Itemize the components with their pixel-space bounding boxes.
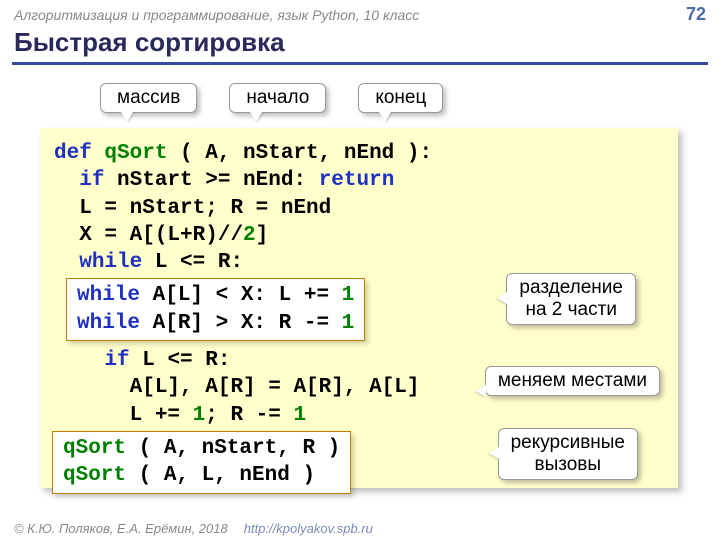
- label-swap: меняем местами: [485, 366, 660, 396]
- page-title: Быстрая сортировка: [0, 25, 720, 62]
- label-array: массив: [100, 83, 197, 113]
- label-split: разделение на 2 части: [506, 273, 636, 325]
- recursive-calls-box: qSort ( A, nStart, R ) qSort ( A, L, nEn…: [52, 431, 351, 494]
- inner-loop-box: while A[L] < X: L += 1 while A[R] > X: R…: [66, 278, 365, 341]
- footer: © К.Ю. Поляков, Е.А. Ерёмин, 2018 http:/…: [14, 521, 373, 536]
- title-rule: [12, 62, 708, 65]
- label-start: начало: [229, 83, 326, 113]
- label-recurse: рекурсивные вызовы: [498, 428, 638, 480]
- breadcrumb: Алгоритмизация и программирование, язык …: [14, 7, 419, 23]
- label-end: конец: [358, 83, 443, 113]
- param-labels-row: массив начало конец: [100, 83, 720, 113]
- slide-number: 72: [686, 4, 706, 25]
- footer-url: http://kpolyakov.spb.ru: [244, 521, 373, 536]
- copyright: © К.Ю. Поляков, Е.А. Ерёмин, 2018: [14, 521, 228, 536]
